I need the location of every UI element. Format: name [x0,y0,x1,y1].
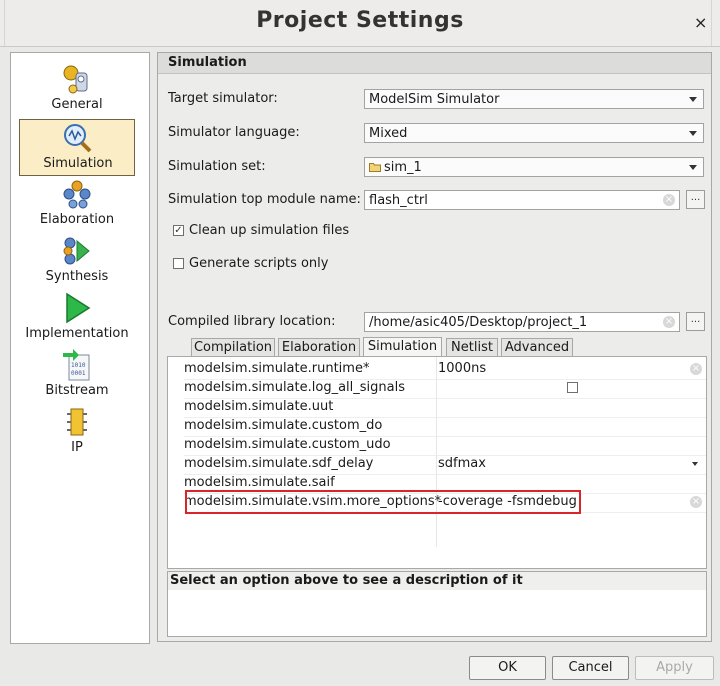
table-row[interactable]: modelsim.simulate.log_all_signals [184,379,706,399]
ip-icon [67,408,87,436]
simulation-set-select[interactable]: sim_1 [364,157,704,177]
bitstream-icon: 1010 0001 [63,349,90,381]
chevron-down-icon[interactable] [692,462,698,466]
apply-button[interactable]: Apply [635,656,714,680]
clear-icon[interactable]: × [690,363,702,375]
nav-item-label: IP [71,440,83,455]
nav-item-elaboration[interactable]: Elaboration [19,176,135,233]
nav-item-simulation[interactable]: Simulation [19,119,135,176]
chevron-down-icon [689,97,697,102]
chevron-down-icon [689,165,697,170]
svg-text:1010: 1010 [71,362,86,369]
table-row[interactable]: modelsim.simulate.runtime* 1000ns × [184,360,706,380]
nav-item-ip[interactable]: IP [19,404,135,461]
property-key: modelsim.simulate.uut [184,399,334,414]
clean-up-checkbox[interactable]: ✓ [173,225,184,236]
clear-icon[interactable]: × [690,496,702,508]
target-simulator-select[interactable]: ModelSim Simulator [364,89,704,109]
tab-compilation[interactable]: Compilation [191,338,275,356]
nav-item-synthesis[interactable]: Synthesis [19,233,135,290]
property-value[interactable]: sdfmax [438,456,486,471]
top-module-label: Simulation top module name: [168,192,361,207]
general-icon [63,65,88,94]
top-module-value: flash_ctrl [369,193,428,208]
top-module-browse-button[interactable]: ... [686,190,705,209]
nav-item-label: Elaboration [39,212,115,227]
description-text: Select an option above to see a descript… [170,573,523,588]
tab-elaboration[interactable]: Elaboration [278,338,360,356]
svg-text:0001: 0001 [71,370,86,377]
compiled-library-label: Compiled library location: [168,314,336,329]
clear-icon[interactable]: × [663,194,675,206]
target-simulator-label: Target simulator: [168,91,278,106]
synthesis-icon [63,237,90,265]
simulation-set-value: sim_1 [384,160,422,175]
description-header: Select an option above to see a descript… [168,572,706,590]
highlight-box [185,490,581,514]
simulator-language-select[interactable]: Mixed [364,123,704,143]
nav-item-label: Synthesis [45,269,109,284]
compiled-library-input[interactable]: /home/asic405/Desktop/project_1 × [364,312,680,332]
property-key: modelsim.simulate.runtime* [184,361,370,376]
description-panel: Select an option above to see a descript… [167,571,707,637]
implementation-icon [66,292,91,324]
nav-item-label: Implementation [25,326,129,341]
property-key: modelsim.simulate.custom_udo [184,437,391,452]
property-key: modelsim.simulate.custom_do [184,418,383,433]
tab-netlist[interactable]: Netlist [446,338,498,356]
clean-up-label: Clean up simulation files [189,223,350,238]
compiled-library-value: /home/asic405/Desktop/project_1 [369,315,588,330]
table-row[interactable]: modelsim.simulate.sdf_delay sdfmax [184,455,706,475]
nav-item-bitstream[interactable]: 1010 0001 Bitstream [19,347,135,404]
nav-item-label: General [51,97,103,112]
table-row[interactable]: modelsim.simulate.uut [184,398,706,418]
nav-item-implementation[interactable]: Implementation [19,290,135,347]
tab-advanced[interactable]: Advanced [501,338,573,356]
elaboration-icon [63,180,91,209]
chevron-down-icon [689,131,697,136]
simulator-language-label: Simulator language: [168,125,300,140]
nav-item-label: Bitstream [45,383,109,398]
target-simulator-value: ModelSim Simulator [369,92,500,107]
tab-simulation[interactable]: Simulation [363,337,442,357]
close-icon[interactable]: × [694,13,707,32]
property-table: modelsim.simulate.runtime* 1000ns × mode… [167,356,707,569]
property-value[interactable]: 1000ns [438,361,486,376]
folder-icon [369,163,381,172]
section-title: Simulation [168,55,247,70]
ok-button[interactable]: OK [469,656,546,680]
property-key: modelsim.simulate.saif [184,475,335,490]
cancel-button[interactable]: Cancel [552,656,629,680]
nav-item-general[interactable]: General [19,61,135,118]
simulator-language-value: Mixed [369,126,408,141]
generate-scripts-checkbox[interactable] [173,258,184,269]
property-key: modelsim.simulate.log_all_signals [184,380,405,395]
nav-item-label: Simulation [43,156,113,171]
settings-panel: Simulation Target simulator: ModelSim Si… [157,52,712,642]
property-key: modelsim.simulate.sdf_delay [184,456,374,471]
table-row[interactable]: modelsim.simulate.custom_do [184,417,706,437]
compiled-library-browse-button[interactable]: ... [686,312,705,331]
generate-scripts-label: Generate scripts only [189,256,329,271]
table-row[interactable]: modelsim.simulate.custom_udo [184,436,706,456]
simulation-set-label: Simulation set: [168,159,266,174]
top-module-input[interactable]: flash_ctrl × [364,190,680,210]
section-header: Simulation [158,53,711,74]
clear-icon[interactable]: × [663,316,675,328]
settings-nav: General Simulation Elaboration Synthesis [10,52,150,644]
simulation-icon [64,124,92,153]
log-all-signals-checkbox[interactable] [567,382,578,393]
window-title: Project Settings [256,8,464,33]
